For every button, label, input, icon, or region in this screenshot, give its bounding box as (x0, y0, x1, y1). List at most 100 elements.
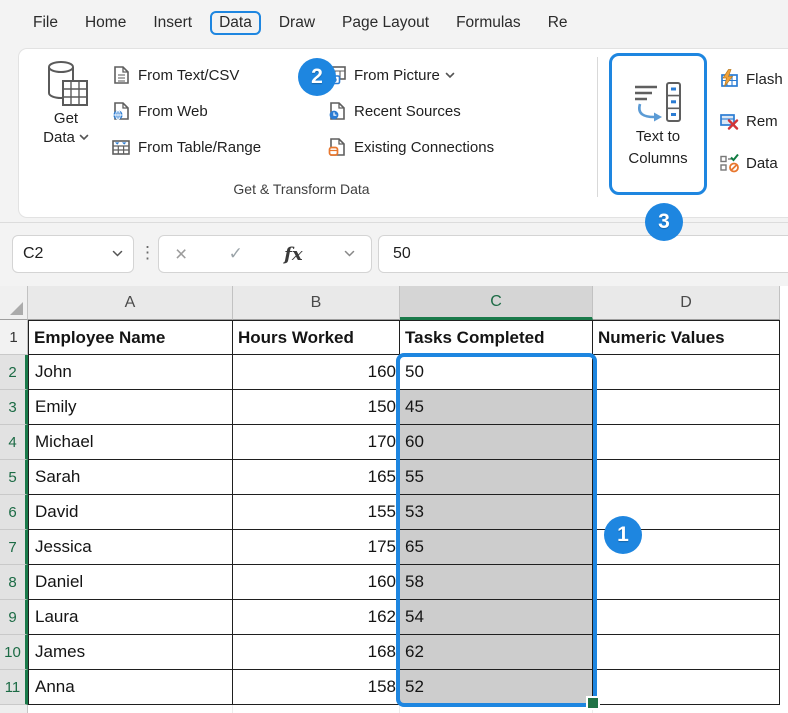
cell-a6[interactable]: David (28, 495, 233, 530)
from-web-button[interactable]: From Web (111, 97, 261, 125)
cell-a10[interactable]: James (28, 635, 233, 670)
cell-c6[interactable]: 53 (400, 495, 593, 530)
cell-a2[interactable]: John (28, 355, 233, 390)
row-header-7[interactable]: 7 (0, 530, 28, 565)
menu-tab-data[interactable]: Data (210, 11, 261, 35)
cell-c5[interactable]: 55 (400, 460, 593, 495)
column-header-a[interactable]: A (28, 286, 233, 320)
cell-a9[interactable]: Laura (28, 600, 233, 635)
row-header-3[interactable]: 3 (0, 390, 28, 425)
cell-d10[interactable] (593, 635, 780, 670)
enter-icon[interactable]: ✓ (229, 244, 243, 264)
cell-c3[interactable]: 45 (400, 390, 593, 425)
cell-b2[interactable]: 160 (233, 355, 400, 390)
cell-b10[interactable]: 168 (233, 635, 400, 670)
row-header-5[interactable]: 5 (0, 460, 28, 495)
menu-tab-formulas[interactable]: Formulas (447, 11, 530, 35)
annotation-badge-1: 1 (604, 516, 642, 554)
from-text-csv-label: From Text/CSV (138, 67, 239, 84)
row-header-9[interactable]: 9 (0, 600, 28, 635)
cell-b9[interactable]: 162 (233, 600, 400, 635)
row-header-10[interactable]: 10 (0, 635, 28, 670)
column-header-c[interactable]: C (400, 286, 593, 320)
cell-a3[interactable]: Emily (28, 390, 233, 425)
cancel-icon[interactable]: × (175, 244, 187, 265)
row-header-12-partial[interactable] (0, 705, 28, 713)
cell-c7[interactable]: 65 (400, 530, 593, 565)
cell-b8[interactable]: 160 (233, 565, 400, 600)
menu-tab-insert[interactable]: Insert (144, 11, 201, 35)
group-label-get-transform-data: Get & Transform Data (19, 181, 584, 197)
cell-d5[interactable] (593, 460, 780, 495)
remove-duplicates-label: Rem (746, 113, 778, 130)
recent-sources-label: Recent Sources (354, 103, 461, 120)
menu-tab-file[interactable]: File (24, 11, 67, 35)
cell-d2[interactable] (593, 355, 780, 390)
flash-fill-label: Flash (746, 71, 783, 88)
cell-b1[interactable]: Hours Worked (233, 320, 400, 355)
name-box-splitter[interactable]: ⋮ (139, 243, 156, 263)
from-table-range-button[interactable]: From Table/Range (111, 133, 261, 161)
row-header-4[interactable]: 4 (0, 425, 28, 460)
cell-c1[interactable]: Tasks Completed (400, 320, 593, 355)
cell-c10[interactable]: 62 (400, 635, 593, 670)
column-header-b[interactable]: B (233, 286, 400, 320)
text-csv-icon (111, 65, 131, 85)
chevron-down-icon (344, 250, 355, 258)
existing-connections-icon (327, 137, 347, 157)
cell-b3[interactable]: 150 (233, 390, 400, 425)
cell-b6[interactable]: 155 (233, 495, 400, 530)
cell-a1[interactable]: Employee Name (28, 320, 233, 355)
row-header-11[interactable]: 11 (0, 670, 28, 705)
chevron-down-icon (112, 250, 123, 258)
menu-tab-home[interactable]: Home (76, 11, 135, 35)
cell-c2[interactable]: 50 (400, 355, 593, 390)
data-validation-button[interactable]: Data (719, 149, 783, 177)
cell-d4[interactable] (593, 425, 780, 460)
row-header-2[interactable]: 2 (0, 355, 28, 390)
name-box[interactable]: C2 (12, 235, 134, 273)
cell-b5[interactable]: 165 (233, 460, 400, 495)
column-header-row: A B C D (0, 286, 788, 320)
row-header-1[interactable]: 1 (0, 320, 28, 355)
text-to-columns-button[interactable]: Text to Columns (609, 53, 707, 195)
cell-c11[interactable]: 52 (400, 670, 593, 705)
from-text-csv-button[interactable]: From Text/CSV (111, 61, 261, 89)
cell-a11[interactable]: Anna (28, 670, 233, 705)
formula-input[interactable]: 50 (378, 235, 788, 273)
cell-d8[interactable] (593, 565, 780, 600)
cell-d3[interactable] (593, 390, 780, 425)
cell-d9[interactable] (593, 600, 780, 635)
grid-body: 1 Employee Name Hours Worked Tasks Compl… (0, 320, 788, 705)
text-to-columns-icon (631, 80, 685, 124)
get-data-label-line2: Data (43, 128, 75, 147)
cell-c8[interactable]: 58 (400, 565, 593, 600)
ribbon-column-1: From Text/CSV From Web (111, 61, 261, 169)
cell-c9[interactable]: 54 (400, 600, 593, 635)
menu-tab-draw[interactable]: Draw (270, 11, 324, 35)
cell-a5[interactable]: Sarah (28, 460, 233, 495)
cell-a4[interactable]: Michael (28, 425, 233, 460)
cell-b7[interactable]: 175 (233, 530, 400, 565)
menu-tab-re[interactable]: Re (539, 11, 577, 35)
existing-connections-button[interactable]: Existing Connections (327, 133, 494, 161)
flash-fill-button[interactable]: Flash (719, 65, 783, 93)
formula-buttons: × ✓ fx (158, 235, 372, 273)
cell-d11[interactable] (593, 670, 780, 705)
get-data-button[interactable]: Get Data (25, 59, 107, 147)
cell-b11[interactable]: 158 (233, 670, 400, 705)
insert-function-icon[interactable]: fx (284, 244, 302, 265)
column-header-d[interactable]: D (593, 286, 780, 320)
row-header-8[interactable]: 8 (0, 565, 28, 600)
cell-d1[interactable]: Numeric Values (593, 320, 780, 355)
from-picture-button[interactable]: From Picture (327, 61, 494, 89)
select-all-corner[interactable] (0, 286, 28, 320)
cell-b4[interactable]: 170 (233, 425, 400, 460)
recent-sources-button[interactable]: Recent Sources (327, 97, 494, 125)
menu-tab-page-layout[interactable]: Page Layout (333, 11, 438, 35)
cell-a8[interactable]: Daniel (28, 565, 233, 600)
row-header-6[interactable]: 6 (0, 495, 28, 530)
remove-duplicates-button[interactable]: Rem (719, 107, 783, 135)
cell-a7[interactable]: Jessica (28, 530, 233, 565)
cell-c4[interactable]: 60 (400, 425, 593, 460)
